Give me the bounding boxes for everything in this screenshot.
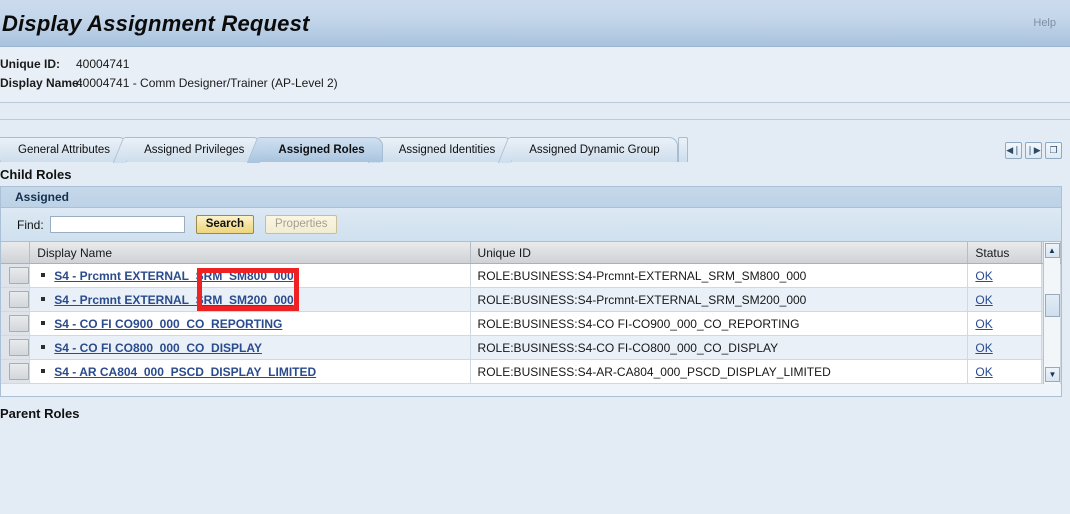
properties-button: Properties <box>265 215 338 234</box>
find-input[interactable] <box>49 216 185 233</box>
tab-strip: General Attributes Assigned Privileges A… <box>0 134 688 162</box>
cell-unique-id: ROLE:BUSINESS:S4-AR-CA804_000_PSCD_DISPL… <box>470 359 969 384</box>
last-page-icon[interactable]: ❘▶ <box>1025 142 1042 159</box>
panel-footer <box>1 384 1061 396</box>
cell-status: OK <box>967 263 1043 288</box>
cell-status: OK <box>967 335 1043 360</box>
attribute-row-display-name: Display Name: 40004741 - Comm Designer/T… <box>0 74 1070 93</box>
display-name-link[interactable]: S4 - Prcmnt EXTERNAL_SRM_SM800_000 <box>54 269 293 283</box>
scroll-up-icon[interactable]: ▲ <box>1044 243 1060 258</box>
tab-navigation-buttons: ◀❘ ❘▶ ❐ <box>1005 142 1062 159</box>
tab-assigned-privileges[interactable]: Assigned Privileges <box>126 137 263 162</box>
child-roles-heading: Child Roles <box>0 167 72 182</box>
column-header-unique-id[interactable]: Unique ID <box>470 242 969 264</box>
cell-status: OK <box>967 311 1043 336</box>
cell-display-name: S4 - CO FI CO800_000_CO_DISPLAY <box>29 335 471 360</box>
status-link[interactable]: OK <box>975 269 992 283</box>
row-select-button[interactable] <box>8 291 29 308</box>
table-row[interactable]: S4 - Prcmnt EXTERNAL_SRM_SM200_000 ROLE:… <box>1 287 1061 312</box>
cell-status: OK <box>967 359 1043 384</box>
scroll-down-icon[interactable]: ▼ <box>1045 367 1060 382</box>
row-select-button[interactable] <box>8 267 29 284</box>
cell-unique-id: ROLE:BUSINESS:S4-Prcmnt-EXTERNAL_SRM_SM2… <box>470 287 969 312</box>
column-header-status[interactable]: Status <box>967 242 1043 264</box>
bullet-icon <box>41 345 46 350</box>
row-select-cell[interactable] <box>1 263 31 288</box>
bullet-icon <box>41 297 46 302</box>
object-attributes: Unique ID: 40004741 Display Name: 400047… <box>0 47 1070 103</box>
table-row[interactable]: S4 - Prcmnt EXTERNAL_SRM_SM800_000 ROLE:… <box>1 263 1061 288</box>
tab-label: Assigned Roles <box>278 144 365 156</box>
tab-strip-end-cap <box>677 137 688 162</box>
status-link[interactable]: OK <box>975 341 992 355</box>
tab-label: Assigned Dynamic Group <box>529 144 660 156</box>
cell-display-name: S4 - CO FI CO900_000_CO_REPORTING <box>29 311 471 336</box>
assigned-panel: Assigned Find: Search Properties Display… <box>0 186 1062 397</box>
row-select-button[interactable] <box>8 315 29 332</box>
table-vertical-scrollbar[interactable]: ▲ ▼ <box>1043 242 1060 384</box>
tab-general-attributes[interactable]: General Attributes <box>0 137 129 162</box>
help-link[interactable]: Help <box>1033 17 1056 29</box>
status-link[interactable]: OK <box>975 365 992 379</box>
tab-label: Assigned Privileges <box>144 144 245 156</box>
row-select-button[interactable] <box>8 363 29 380</box>
bullet-icon <box>41 273 46 278</box>
unique-id-label: Unique ID: <box>0 57 60 71</box>
assigned-panel-header: Assigned <box>1 187 1061 208</box>
status-link[interactable]: OK <box>975 293 992 307</box>
row-select-cell[interactable] <box>1 311 31 336</box>
panel-toolbar: Find: Search Properties <box>1 208 1061 242</box>
tab-bar: General Attributes Assigned Privileges A… <box>0 120 1070 162</box>
assigned-roles-table-wrapper: Display Name Unique ID Status S4 - Prcmn… <box>1 242 1061 384</box>
tab-assigned-roles[interactable]: Assigned Roles <box>260 137 383 162</box>
tab-label: General Attributes <box>18 144 111 156</box>
personalize-icon[interactable]: ❐ <box>1045 142 1062 159</box>
find-label: Find: <box>17 217 44 232</box>
row-select-button[interactable] <box>8 339 29 356</box>
display-name-label: Display Name: <box>0 76 83 90</box>
page-header: Display Assignment Request Help <box>0 0 1070 47</box>
table-row[interactable]: S4 - AR CA804_000_PSCD_DISPLAY_LIMITED R… <box>1 359 1061 384</box>
row-select-column-header <box>1 242 31 264</box>
attribute-row-unique-id: Unique ID: 40004741 <box>0 55 1070 74</box>
cell-unique-id: ROLE:BUSINESS:S4-CO FI-CO900_000_CO_REPO… <box>470 311 969 336</box>
cell-unique-id: ROLE:BUSINESS:S4-Prcmnt-EXTERNAL_SRM_SM8… <box>470 263 969 288</box>
bullet-icon <box>41 369 46 374</box>
table-row[interactable]: S4 - CO FI CO900_000_CO_REPORTING ROLE:B… <box>1 311 1061 336</box>
row-select-cell[interactable] <box>1 287 31 312</box>
cell-unique-id: ROLE:BUSINESS:S4-CO FI-CO800_000_CO_DISP… <box>470 335 969 360</box>
first-page-icon[interactable]: ◀❘ <box>1005 142 1022 159</box>
assigned-roles-table: Display Name Unique ID Status S4 - Prcmn… <box>1 242 1061 384</box>
unique-id-value: 40004741 <box>76 57 130 71</box>
table-header-row: Display Name Unique ID Status <box>1 242 1061 264</box>
table-row[interactable]: S4 - CO FI CO800_000_CO_DISPLAY ROLE:BUS… <box>1 335 1061 360</box>
application-page: Display Assignment Request Help Unique I… <box>0 0 1070 514</box>
bullet-icon <box>41 321 46 326</box>
cell-display-name: S4 - Prcmnt EXTERNAL_SRM_SM200_000 <box>29 287 471 312</box>
page-title: Display Assignment Request <box>2 11 310 36</box>
scrollbar-thumb[interactable] <box>1045 294 1060 317</box>
parent-roles-heading: Parent Roles <box>0 406 80 421</box>
tab-label: Assigned Identities <box>398 144 496 156</box>
tab-assigned-dynamic-group[interactable]: Assigned Dynamic Group <box>511 137 678 162</box>
cell-display-name: S4 - Prcmnt EXTERNAL_SRM_SM800_000 <box>29 263 471 288</box>
display-name-value: 40004741 - Comm Designer/Trainer (AP-Lev… <box>76 76 338 90</box>
cell-display-name: S4 - AR CA804_000_PSCD_DISPLAY_LIMITED <box>29 359 471 384</box>
display-name-link[interactable]: S4 - AR CA804_000_PSCD_DISPLAY_LIMITED <box>54 365 316 379</box>
display-name-link[interactable]: S4 - CO FI CO800_000_CO_DISPLAY <box>54 341 262 355</box>
row-select-cell[interactable] <box>1 359 31 384</box>
status-link[interactable]: OK <box>975 317 992 331</box>
display-name-link[interactable]: S4 - CO FI CO900_000_CO_REPORTING <box>54 317 282 331</box>
cell-status: OK <box>967 287 1043 312</box>
header-separator-band <box>0 103 1070 120</box>
search-button[interactable]: Search <box>195 215 255 234</box>
row-select-cell[interactable] <box>1 335 31 360</box>
display-name-link[interactable]: S4 - Prcmnt EXTERNAL_SRM_SM200_000 <box>54 293 293 307</box>
tab-assigned-identities[interactable]: Assigned Identities <box>380 137 514 162</box>
column-header-display-name[interactable]: Display Name <box>29 242 471 264</box>
